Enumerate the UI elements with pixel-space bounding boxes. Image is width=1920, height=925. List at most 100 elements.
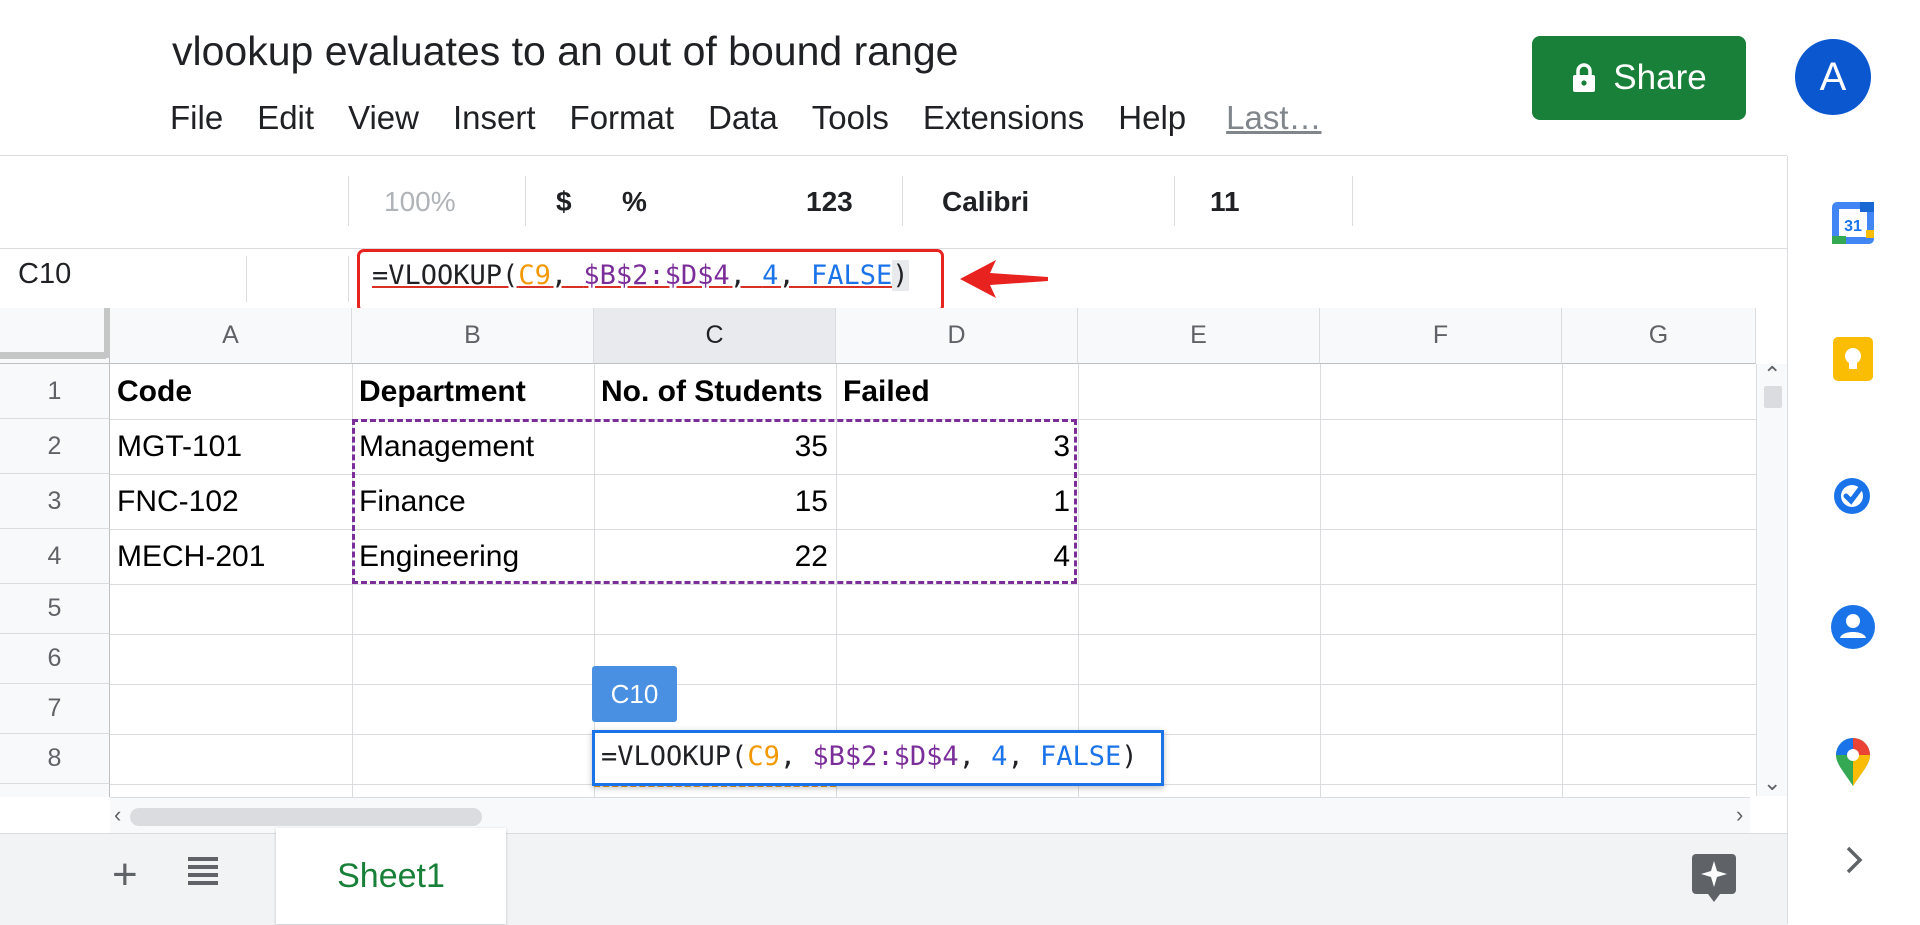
formula-sep: , — [1007, 741, 1040, 772]
menu-view[interactable]: View — [348, 99, 419, 137]
calendar-day: 31 — [1844, 218, 1862, 235]
maps-icon[interactable] — [1830, 736, 1876, 788]
number-format-button[interactable]: 123 — [806, 186, 853, 218]
header-divider — [0, 155, 1787, 156]
formula-function: =VLOOKUP( — [372, 260, 519, 291]
menu-format[interactable]: Format — [570, 99, 675, 137]
column-header-e[interactable]: E — [1078, 308, 1320, 364]
contacts-icon[interactable] — [1830, 604, 1876, 650]
menu-extensions[interactable]: Extensions — [923, 99, 1084, 137]
formula-index: 4 — [991, 741, 1008, 772]
cell-c1[interactable]: No. of Students — [601, 364, 836, 419]
column-line — [1320, 364, 1321, 797]
avatar[interactable]: A — [1795, 39, 1871, 115]
red-arrow-icon — [960, 260, 1048, 298]
menu-edit[interactable]: Edit — [257, 99, 314, 137]
row-header-6[interactable]: 6 — [0, 634, 110, 684]
font-select[interactable]: Calibri — [942, 186, 1029, 218]
sheet-tab-sheet1[interactable]: Sheet1 — [276, 828, 506, 924]
name-box-divider — [246, 256, 247, 302]
formula-index: 4 — [762, 260, 779, 291]
side-panel — [1787, 156, 1920, 924]
explore-icon[interactable] — [1690, 852, 1738, 904]
cell-d1[interactable]: Failed — [843, 364, 1078, 419]
name-box[interactable]: C10 — [18, 258, 71, 291]
column-header-d[interactable]: D — [836, 308, 1078, 364]
scroll-left-icon[interactable]: ‹ — [114, 802, 121, 828]
column-header-f[interactable]: F — [1320, 308, 1562, 364]
scroll-down-icon[interactable]: ⌄ — [1763, 770, 1781, 796]
menu-data[interactable]: Data — [708, 99, 778, 137]
keep-icon[interactable] — [1830, 336, 1876, 382]
toolbar-divider — [1352, 176, 1353, 226]
lock-icon — [1573, 63, 1596, 92]
formula-close-paren: ) — [1121, 741, 1138, 772]
menu-tools[interactable]: Tools — [812, 99, 889, 137]
referenced-range-outline — [352, 419, 1077, 584]
column-header-b[interactable]: B — [352, 308, 594, 364]
formula-ref-2: $B$2:$D$4 — [583, 260, 730, 291]
formula-sep: , — [729, 260, 763, 291]
row-header-2[interactable]: 2 — [0, 419, 110, 474]
cell-a2[interactable]: MGT-101 — [117, 419, 352, 474]
list-icon[interactable] — [186, 852, 220, 886]
column-header-c[interactable]: C — [594, 308, 836, 364]
cell-editor-formula[interactable]: =VLOOKUP(C9, $B$2:$D$4, 4, FALSE) — [601, 741, 1138, 772]
share-label: Share — [1613, 58, 1707, 97]
active-cell-tag: C10 — [592, 666, 677, 722]
menu-bar: File Edit View Insert Format Data Tools … — [170, 96, 1356, 140]
row-line — [110, 634, 1756, 635]
cell-a3[interactable]: FNC-102 — [117, 474, 352, 529]
formula-ref-1: C9 — [747, 741, 780, 772]
row-header-7[interactable]: 7 — [0, 684, 110, 734]
scroll-right-icon[interactable]: › — [1736, 802, 1743, 828]
menu-file[interactable]: File — [170, 99, 223, 137]
formula-sep: , — [550, 260, 584, 291]
vertical-scrollbar[interactable] — [1756, 364, 1787, 796]
vertical-scroll-thumb[interactable] — [1764, 386, 1782, 408]
formula-sep: , — [779, 741, 813, 772]
column-header-g[interactable]: G — [1562, 308, 1756, 364]
toolbar-divider — [525, 176, 526, 226]
menu-help[interactable]: Help — [1118, 99, 1186, 137]
column-line — [1562, 364, 1563, 797]
toolbar-divider — [902, 176, 903, 226]
currency-format-button[interactable]: $ — [556, 186, 572, 218]
tasks-icon[interactable] — [1830, 472, 1876, 518]
row-header-partial — [0, 784, 110, 797]
formula-input[interactable]: =VLOOKUP(C9, $B$2:$D$4, 4, FALSE) — [372, 260, 909, 291]
row-header-1[interactable]: 1 — [0, 364, 110, 419]
last-edit-link[interactable]: Last… — [1226, 99, 1321, 137]
cell-b1[interactable]: Department — [359, 364, 594, 419]
document-title[interactable]: vlookup evaluates to an out of bound ran… — [172, 28, 958, 75]
plus-icon[interactable]: + — [112, 850, 138, 900]
frozen-row-handle[interactable] — [0, 352, 106, 359]
formula-bool: FALSE — [1039, 741, 1122, 772]
toolbar-divider — [1174, 176, 1175, 226]
scroll-up-icon[interactable]: ⌃ — [1763, 362, 1781, 388]
zoom-select[interactable]: 100% — [384, 186, 456, 218]
formula-bool: FALSE — [810, 260, 893, 291]
formula-ref-1: C9 — [518, 260, 551, 291]
formula-sep: , — [778, 260, 811, 291]
sheet-bar — [0, 833, 1787, 925]
expand-icon[interactable] — [1842, 844, 1866, 876]
menu-insert[interactable]: Insert — [453, 99, 536, 137]
row-header-8[interactable]: 8 — [0, 734, 110, 784]
row-header-3[interactable]: 3 — [0, 474, 110, 529]
toolbar-divider — [348, 176, 349, 226]
formula-sep: , — [958, 741, 992, 772]
row-header-4[interactable]: 4 — [0, 529, 110, 584]
horizontal-scroll-thumb[interactable] — [130, 808, 482, 826]
cell-a1[interactable]: Code — [117, 364, 352, 419]
column-header-a[interactable]: A — [110, 308, 352, 364]
cell-a4[interactable]: MECH-201 — [117, 529, 352, 584]
formula-close-paren: ) — [892, 260, 909, 291]
calendar-icon[interactable]: 31 — [1830, 200, 1876, 246]
font-size-select[interactable]: 11 — [1210, 186, 1240, 218]
share-button[interactable]: Share — [1532, 36, 1746, 120]
percent-format-button[interactable]: % — [622, 186, 647, 218]
fx-divider — [348, 256, 349, 302]
formula-ref-2: $B$2:$D$4 — [812, 741, 959, 772]
row-header-5[interactable]: 5 — [0, 584, 110, 634]
